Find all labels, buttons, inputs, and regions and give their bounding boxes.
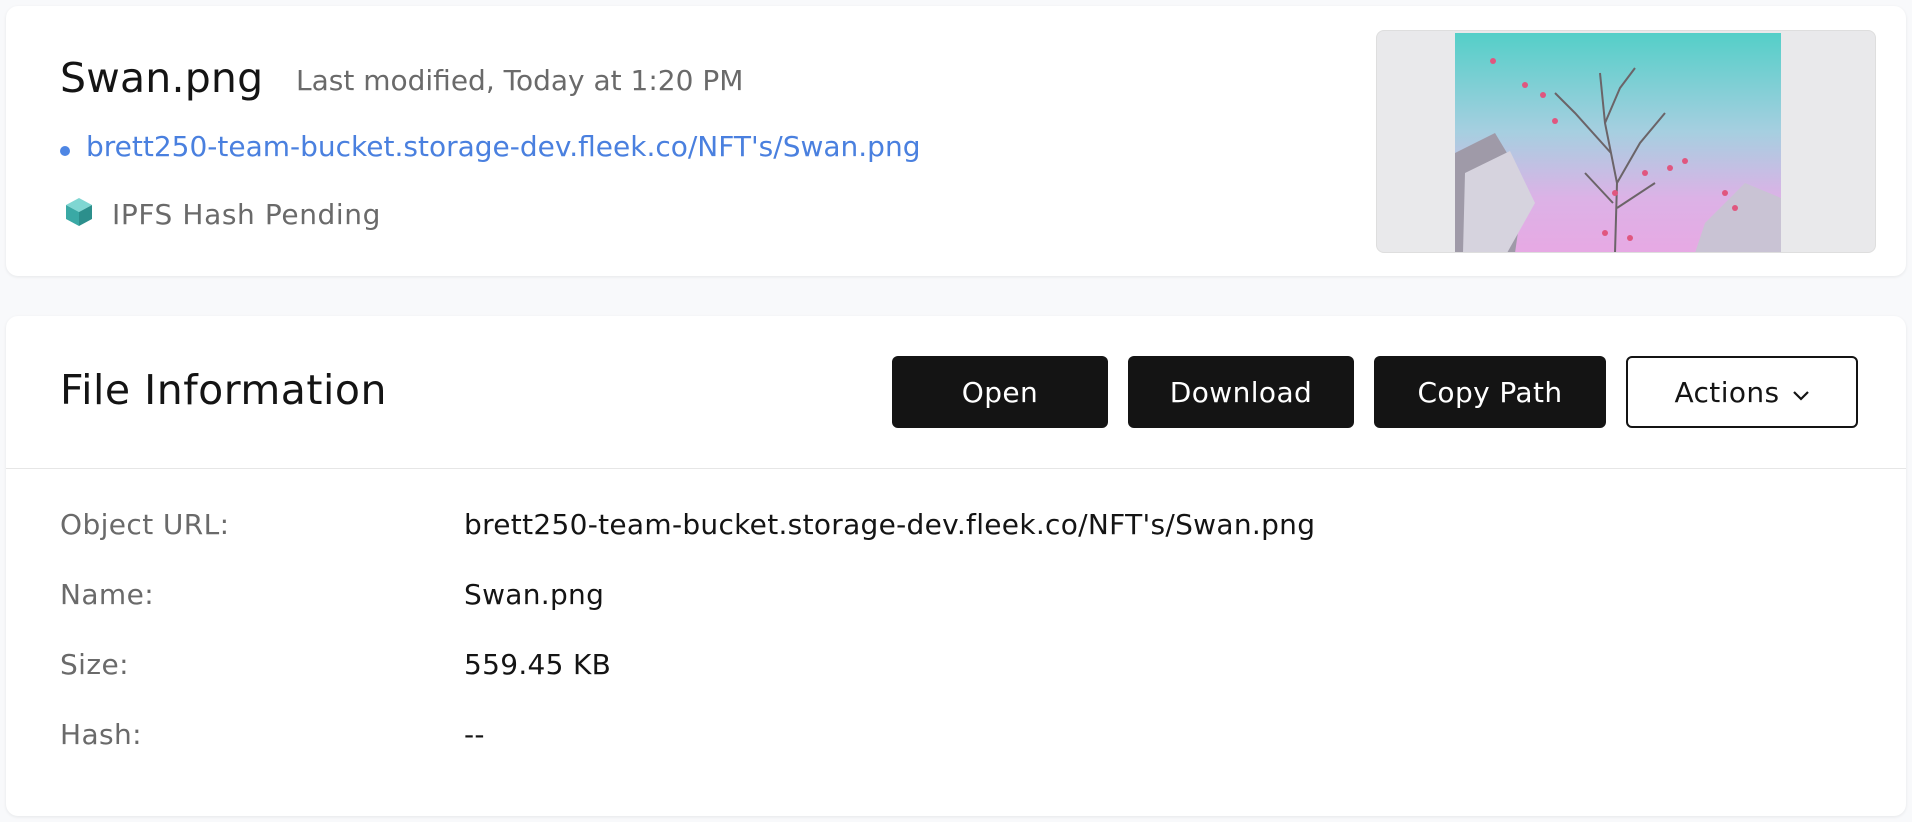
file-header-card: Swan.png Last modified, Today at 1:20 PM…: [6, 6, 1906, 276]
info-row-size: Size: 559.45 KB: [60, 648, 1866, 688]
download-button[interactable]: Download: [1128, 356, 1354, 428]
file-preview-frame[interactable]: [1376, 30, 1876, 253]
section-divider: [6, 468, 1906, 469]
open-button[interactable]: Open: [892, 356, 1108, 428]
info-row-object-url: Object URL: brett250-team-bucket.storage…: [60, 508, 1866, 548]
info-label: Name:: [60, 578, 155, 611]
status-dot-icon: [60, 145, 70, 156]
file-information-card: File Information Open Download Copy Path…: [6, 316, 1906, 816]
chevron-down-icon: [1792, 376, 1810, 409]
file-url-row: brett250-team-bucket.storage-dev.fleek.c…: [60, 130, 920, 163]
file-information-title: File Information: [60, 366, 387, 414]
last-modified-text: Last modified, Today at 1:20 PM: [296, 64, 744, 97]
copy-path-button[interactable]: Copy Path: [1374, 356, 1606, 428]
ipfs-cube-icon: [64, 196, 94, 232]
file-name-title: Swan.png: [60, 54, 264, 102]
actions-button-label: Actions: [1674, 375, 1780, 409]
info-row-hash: Hash: --: [60, 718, 1866, 758]
info-value: 559.45 KB: [464, 648, 612, 681]
info-value: brett250-team-bucket.storage-dev.fleek.c…: [464, 508, 1316, 541]
ipfs-status-text: IPFS Hash Pending: [112, 197, 382, 231]
image-thumbnail: [1455, 33, 1781, 252]
info-row-name: Name: Swan.png: [60, 578, 1866, 618]
info-label: Size:: [60, 648, 129, 681]
file-url-link[interactable]: brett250-team-bucket.storage-dev.fleek.c…: [86, 130, 920, 163]
info-value: Swan.png: [464, 578, 605, 611]
actions-dropdown-button[interactable]: Actions: [1626, 356, 1858, 428]
info-value: --: [464, 718, 485, 751]
info-label: Hash:: [60, 718, 142, 751]
ipfs-status-row: IPFS Hash Pending: [64, 196, 381, 232]
info-label: Object URL:: [60, 508, 230, 541]
